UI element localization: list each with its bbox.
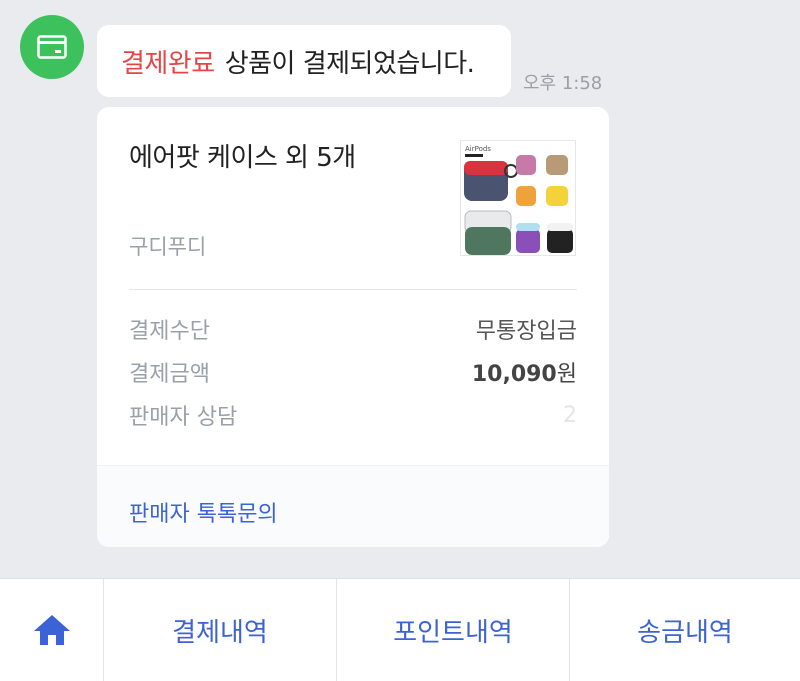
payment-method-label: 결제수단 xyxy=(129,319,210,344)
product-thumbnail[interactable]: AirPods xyxy=(460,140,576,256)
tab-payment-history[interactable]: 결제내역 xyxy=(103,579,336,681)
status-text: 상품이 결제되었습니다. xyxy=(224,48,475,79)
amount-unit: 원 xyxy=(556,362,577,387)
tab-point-history[interactable]: 포인트내역 xyxy=(336,579,569,681)
seller-talk-link[interactable]: 판매자 톡톡문의 xyxy=(129,496,278,528)
seller-name: 구디푸디 xyxy=(129,235,207,259)
message-time: 오후 1:58 xyxy=(523,73,603,94)
seller-consult-row: 판매자 상담 2 xyxy=(129,399,577,431)
card-icon xyxy=(37,35,67,59)
status-accent: 결제완료 xyxy=(121,48,215,79)
home-button[interactable] xyxy=(0,579,103,681)
home-icon xyxy=(33,615,70,645)
card-divider xyxy=(129,289,577,290)
bottom-nav: 결제내역 포인트내역 송금내역 xyxy=(0,578,800,681)
order-card[interactable]: 에어팟 케이스 외 5개 구디푸디 AirPods 결제수단 무통장입금 결제금… xyxy=(97,107,609,547)
payment-bot-avatar[interactable] xyxy=(20,15,84,79)
card-footer: 판매자 톡톡문의 xyxy=(97,465,609,547)
tab-transfer-history[interactable]: 송금내역 xyxy=(569,579,800,681)
payment-method-row: 결제수단 무통장입금 xyxy=(129,313,577,345)
seller-consult-value: 2 xyxy=(563,402,577,428)
seller-consult-label: 판매자 상담 xyxy=(129,405,238,430)
payment-method-value: 무통장입금 xyxy=(475,319,577,344)
thumbnail-caption: AirPods xyxy=(465,145,491,153)
payment-amount-row: 결제금액 10,090원 xyxy=(129,356,577,388)
amount-number: 10,090 xyxy=(471,362,557,387)
product-title[interactable]: 에어팟 케이스 외 5개 xyxy=(129,137,356,174)
payment-amount-label: 결제금액 xyxy=(129,362,210,387)
payment-amount-value: 10,090원 xyxy=(472,356,577,388)
payment-complete-message: 결제완료 상품이 결제되었습니다. xyxy=(97,25,511,97)
